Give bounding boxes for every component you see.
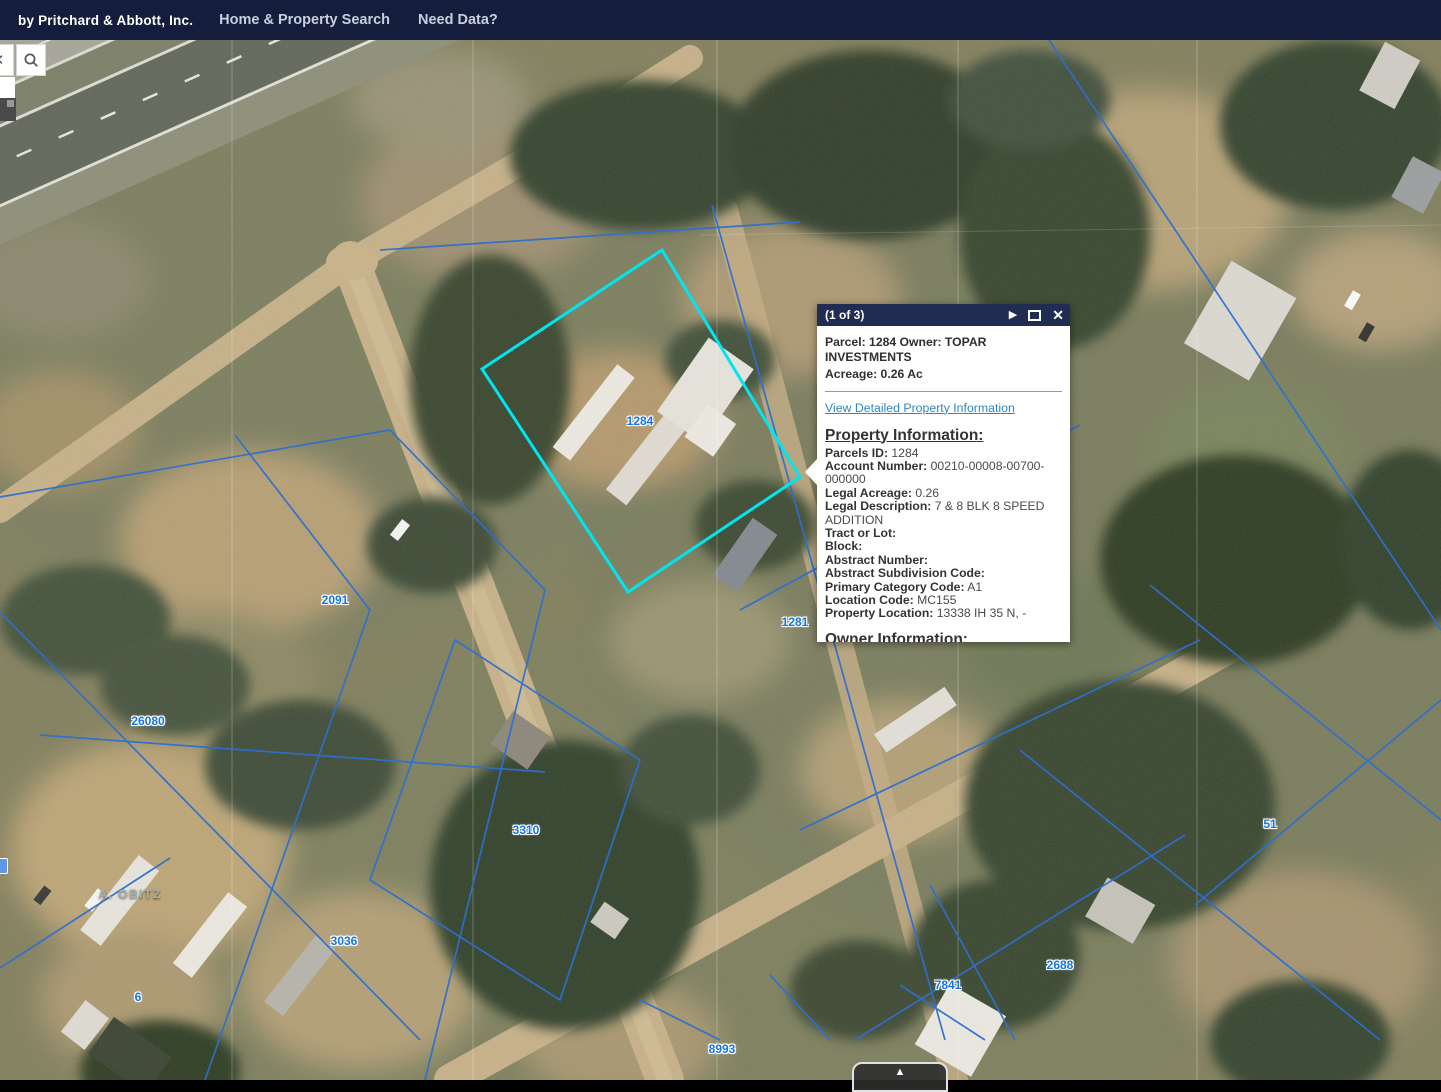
next-feature-button[interactable]: ▶ xyxy=(1009,310,1017,321)
close-icon: ✕ xyxy=(0,51,4,69)
field-row: Primary Category Code: A1 xyxy=(825,581,1062,594)
section-heading: Owner Information: xyxy=(825,631,1062,642)
section-heading: Property Information: xyxy=(825,427,1062,445)
divider xyxy=(825,391,1062,392)
field-row: Parcels ID: 1284 xyxy=(825,447,1062,460)
popup-body: Parcel: 1284 Owner: TOPAR INVESTMENTS Ac… xyxy=(817,326,1070,642)
brand-text: by Pritchard & Abbott, Inc. xyxy=(18,13,193,28)
field-row: Tract or Lot: xyxy=(825,527,1062,540)
nav-menu: Home & Property Search Need Data? xyxy=(219,12,498,28)
field-row: Location Code: MC155 xyxy=(825,594,1062,607)
widget-glyph xyxy=(7,100,14,107)
field-row: Property Location: 13338 IH 35 N, - xyxy=(825,607,1062,620)
nav-item-0[interactable]: Home & Property Search xyxy=(219,12,390,28)
nav-item-1[interactable]: Need Data? xyxy=(418,12,498,28)
search-suggestion-panel xyxy=(0,77,15,98)
search-icon xyxy=(23,52,40,69)
field-row: Abstract Subdivision Code: xyxy=(825,567,1062,580)
field-row: Account Number: 00210-00008-00700-000000 xyxy=(825,460,1062,487)
popup-header[interactable]: (1 of 3) ▶ ✕ xyxy=(817,304,1070,326)
field-row: Legal Acreage: 0.26 xyxy=(825,487,1062,500)
popup-summary-line1: Parcel: 1284 Owner: TOPAR INVESTMENTS xyxy=(825,335,1062,364)
up-arrow-icon: ▲ xyxy=(895,1066,906,1090)
map-widget-fragment[interactable] xyxy=(0,98,16,121)
satellite-basemap xyxy=(0,40,1441,1080)
map-canvas[interactable]: 1284209126080331030361281784126888993516… xyxy=(0,40,1441,1080)
popup-sections: Property Information: Parcels ID: 1284Acc… xyxy=(825,427,1062,643)
attribute-table-toggle[interactable]: ▲ xyxy=(852,1062,948,1092)
popup: (1 of 3) ▶ ✕ Parcel: 1284 Owner: TOPAR I… xyxy=(817,304,1070,642)
detail-link[interactable]: View Detailed Property Information xyxy=(825,401,1015,415)
popup-pointer xyxy=(805,459,817,485)
popup-pager: (1 of 3) xyxy=(825,308,998,322)
close-popup-button[interactable]: ✕ xyxy=(1052,308,1064,322)
top-nav: by Pritchard & Abbott, Inc. Home & Prope… xyxy=(0,0,1441,40)
field-row: Block: xyxy=(825,540,1062,553)
popup-summary-line2: Acreage: 0.26 Ac xyxy=(825,367,1062,382)
field-row: Abstract Number: xyxy=(825,554,1062,567)
field-row: Legal Description: 7 & 8 BLK 8 SPEED ADD… xyxy=(825,500,1062,527)
search-clear-button[interactable]: ✕ xyxy=(0,44,14,76)
dock-icon[interactable] xyxy=(1028,310,1041,321)
search-button[interactable] xyxy=(16,44,46,76)
